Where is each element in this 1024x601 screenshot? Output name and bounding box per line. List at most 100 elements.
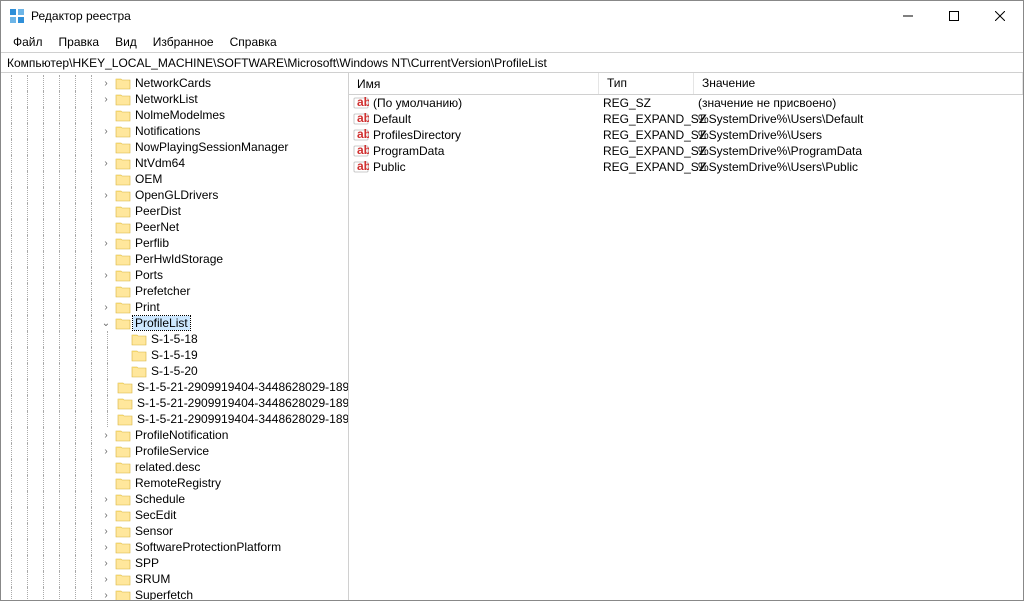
tree-item[interactable]: ›Ports bbox=[1, 267, 348, 283]
tree-item[interactable]: S-1-5-19 bbox=[1, 347, 348, 363]
tree-item-label: Perflib bbox=[133, 236, 171, 250]
tree-item[interactable]: S-1-5-21-2909919404-3448628029-189704808… bbox=[1, 379, 348, 395]
tree-item[interactable]: S-1-5-21-2909919404-3448628029-189704808… bbox=[1, 411, 348, 427]
tree-item[interactable]: ›Print bbox=[1, 299, 348, 315]
reg-string-icon: ab bbox=[353, 159, 369, 175]
tree-item[interactable]: PerHwIdStorage bbox=[1, 251, 348, 267]
value-name: Default bbox=[373, 112, 411, 126]
chevron-right-icon[interactable]: › bbox=[99, 302, 113, 313]
tree-item[interactable]: PeerNet bbox=[1, 219, 348, 235]
tree-item-label: ProfileNotification bbox=[133, 428, 230, 442]
chevron-right-icon[interactable]: › bbox=[99, 94, 113, 105]
tree-item[interactable]: › Schedule bbox=[1, 491, 348, 507]
list-body[interactable]: ab(По умолчанию)REG_SZ(значение не присв… bbox=[349, 95, 1023, 600]
value-data: %SystemDrive%\Users bbox=[694, 128, 1023, 142]
tree-item[interactable]: OEM bbox=[1, 171, 348, 187]
value-type: REG_EXPAND_SZ bbox=[599, 112, 694, 126]
menu-view[interactable]: Вид bbox=[107, 33, 145, 51]
menu-file[interactable]: Файл bbox=[5, 33, 51, 51]
chevron-right-icon[interactable]: › bbox=[99, 270, 113, 281]
tree-item[interactable]: ›NetworkCards bbox=[1, 75, 348, 91]
list-row[interactable]: abProgramDataREG_EXPAND_SZ%SystemDrive%\… bbox=[349, 143, 1023, 159]
list-row[interactable]: abPublicREG_EXPAND_SZ%SystemDrive%\Users… bbox=[349, 159, 1023, 175]
tree-item-label: SoftwareProtectionPlatform bbox=[133, 540, 283, 554]
address-bar[interactable]: Компьютер\HKEY_LOCAL_MACHINE\SOFTWARE\Mi… bbox=[1, 53, 1023, 73]
chevron-right-icon[interactable]: › bbox=[99, 558, 113, 569]
chevron-right-icon[interactable]: › bbox=[99, 430, 113, 441]
tree-item[interactable]: › NetworkList bbox=[1, 91, 348, 107]
folder-icon bbox=[115, 189, 131, 202]
tree-item-label: Schedule bbox=[133, 492, 187, 506]
tree-item[interactable]: S-1-5-20 bbox=[1, 363, 348, 379]
minimize-button[interactable] bbox=[885, 1, 931, 31]
tree-item[interactable]: ›Sensor bbox=[1, 523, 348, 539]
tree-item[interactable]: PeerDist bbox=[1, 203, 348, 219]
tree-item-label: NetworkList bbox=[133, 92, 200, 106]
maximize-button[interactable] bbox=[931, 1, 977, 31]
tree-item[interactable]: Prefetcher bbox=[1, 283, 348, 299]
list-row[interactable]: abProfilesDirectoryREG_EXPAND_SZ%SystemD… bbox=[349, 127, 1023, 143]
chevron-right-icon[interactable]: › bbox=[99, 574, 113, 585]
tree-item[interactable]: ›OpenGLDrivers bbox=[1, 187, 348, 203]
tree-item-label: NolmeModelmes bbox=[133, 108, 227, 122]
tree-item-label: Superfetch bbox=[133, 588, 195, 600]
tree-item[interactable]: ›SPP bbox=[1, 555, 348, 571]
folder-icon bbox=[117, 381, 133, 394]
folder-icon bbox=[115, 109, 131, 122]
chevron-right-icon[interactable]: › bbox=[99, 78, 113, 89]
list-row[interactable]: ab(По умолчанию)REG_SZ(значение не присв… bbox=[349, 95, 1023, 111]
menu-favorites[interactable]: Избранное bbox=[145, 33, 222, 51]
tree-item[interactable]: ›SRUM bbox=[1, 571, 348, 587]
tree-item[interactable]: › NtVdm64 bbox=[1, 155, 348, 171]
tree-item[interactable]: › Superfetch bbox=[1, 587, 348, 600]
svg-text:ab: ab bbox=[357, 143, 369, 157]
tree-item[interactable]: ›ProfileService bbox=[1, 443, 348, 459]
chevron-right-icon[interactable]: › bbox=[99, 238, 113, 249]
tree-pane: ›NetworkCards›NetworkListNolmeModelmes›N… bbox=[1, 73, 349, 600]
chevron-right-icon[interactable]: › bbox=[99, 190, 113, 201]
chevron-right-icon[interactable]: › bbox=[99, 510, 113, 521]
tree-item-label: NtVdm64 bbox=[133, 156, 187, 170]
chevron-right-icon[interactable]: › bbox=[99, 542, 113, 553]
tree-item[interactable]: › SoftwareProtectionPlatform bbox=[1, 539, 348, 555]
column-header-type[interactable]: Тип bbox=[599, 73, 694, 94]
tree-item[interactable]: ›Notifications bbox=[1, 123, 348, 139]
chevron-right-icon[interactable]: › bbox=[99, 126, 113, 137]
tree-scroll[interactable]: ›NetworkCards›NetworkListNolmeModelmes›N… bbox=[1, 73, 348, 600]
chevron-down-icon[interactable]: ⌄ bbox=[99, 318, 113, 329]
svg-text:ab: ab bbox=[357, 111, 369, 125]
folder-icon bbox=[131, 365, 147, 378]
menu-help[interactable]: Справка bbox=[222, 33, 285, 51]
list-row[interactable]: abDefaultREG_EXPAND_SZ%SystemDrive%\User… bbox=[349, 111, 1023, 127]
tree-item[interactable]: S-1-5-18 bbox=[1, 331, 348, 347]
value-name: ProgramData bbox=[373, 144, 444, 158]
chevron-right-icon[interactable]: › bbox=[99, 158, 113, 169]
tree-item[interactable]: NolmeModelmes bbox=[1, 107, 348, 123]
tree-item[interactable]: ⌄ProfileList bbox=[1, 315, 348, 331]
tree-item-label: S-1-5-21-2909919404-3448628029-189704808… bbox=[135, 412, 348, 426]
tree-item-label: S-1-5-18 bbox=[149, 332, 200, 346]
tree-item[interactable]: RemoteRegistry bbox=[1, 475, 348, 491]
folder-icon bbox=[115, 285, 131, 298]
column-header-data[interactable]: Значение bbox=[694, 73, 1023, 94]
close-button[interactable] bbox=[977, 1, 1023, 31]
folder-icon bbox=[115, 573, 131, 586]
chevron-right-icon[interactable]: › bbox=[99, 590, 113, 601]
folder-icon bbox=[115, 173, 131, 186]
reg-string-icon: ab bbox=[353, 95, 369, 111]
chevron-right-icon[interactable]: › bbox=[99, 446, 113, 457]
tree-item[interactable]: S-1-5-21-2909919404-3448628029-189704808… bbox=[1, 395, 348, 411]
tree-item[interactable]: › Perflib bbox=[1, 235, 348, 251]
menu-edit[interactable]: Правка bbox=[51, 33, 108, 51]
tree-item[interactable]: ›SecEdit bbox=[1, 507, 348, 523]
tree-item-label: Prefetcher bbox=[133, 284, 192, 298]
value-type: REG_SZ bbox=[599, 96, 694, 110]
value-type: REG_EXPAND_SZ bbox=[599, 144, 694, 158]
chevron-right-icon[interactable]: › bbox=[99, 526, 113, 537]
tree-item[interactable]: related.desc bbox=[1, 459, 348, 475]
tree-item[interactable]: › ProfileNotification bbox=[1, 427, 348, 443]
chevron-right-icon[interactable]: › bbox=[99, 494, 113, 505]
svg-text:ab: ab bbox=[357, 95, 369, 109]
column-header-name[interactable]: Имя bbox=[349, 73, 599, 94]
tree-item[interactable]: NowPlayingSessionManager bbox=[1, 139, 348, 155]
